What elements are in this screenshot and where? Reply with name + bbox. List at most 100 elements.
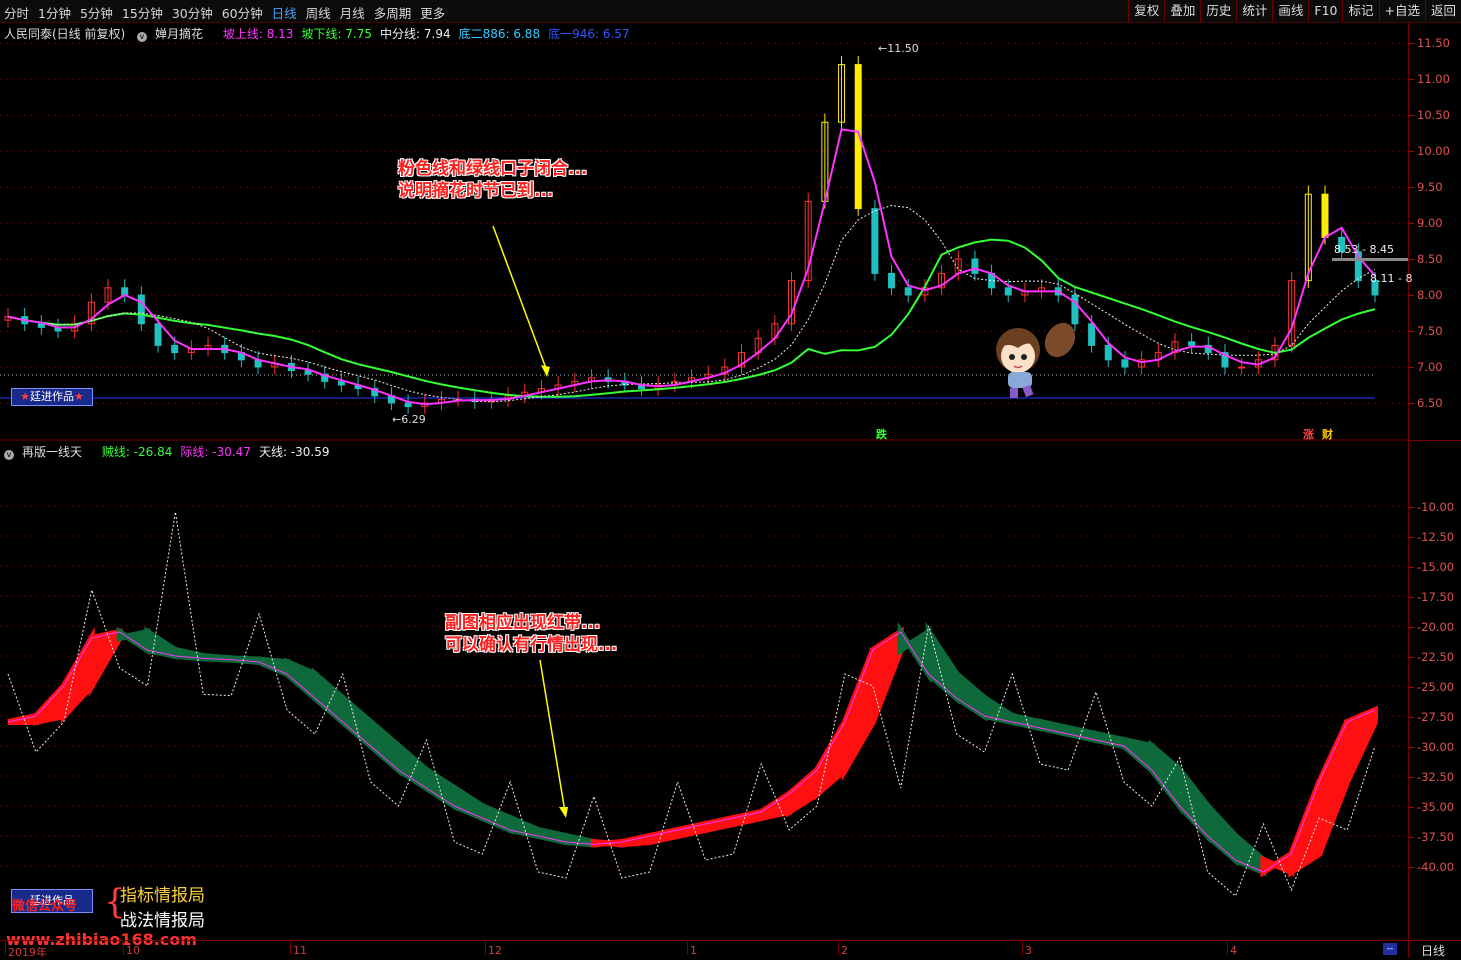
band-segment <box>1037 718 1072 738</box>
band-segment <box>339 691 374 753</box>
period-toolbar: 分时 1分钟 5分钟 15分钟 30分钟 60分钟 日线 周线 月线 多周期 更多 复权 叠加 历史 统计… <box>0 0 1461 23</box>
arrow-line <box>492 225 548 372</box>
price-tick: 10.50 <box>1409 108 1450 122</box>
candle-body <box>904 287 912 296</box>
date-label: 12 <box>485 941 502 957</box>
candle-body <box>871 208 879 274</box>
slope-up-line <box>7 128 1376 406</box>
candle-body <box>888 272 896 289</box>
toolbar-button[interactable]: +自选 <box>1378 0 1425 22</box>
period-tab[interactable]: 日线 <box>272 3 297 22</box>
period-tab[interactable]: 更多 <box>420 3 445 22</box>
toolbar-button[interactable]: 统计 <box>1236 0 1272 22</box>
period-tab[interactable]: 15分钟 <box>122 3 163 22</box>
arrow-head <box>559 807 568 818</box>
price-tick: 8.00 <box>1409 288 1443 302</box>
candle-body <box>337 380 345 386</box>
value-tick: -40.00 <box>1408 860 1455 874</box>
period-tab[interactable]: 月线 <box>340 3 365 22</box>
value-tick: -17.50 <box>1408 590 1455 604</box>
period-tab[interactable]: 30分钟 <box>172 3 213 22</box>
range-label-2: 8.11 - 8 <box>1370 272 1413 285</box>
band-segment <box>869 626 904 724</box>
value-tick: -30.00 <box>1408 740 1455 754</box>
candle-body <box>37 323 45 328</box>
sub-annotation-line2: 可以确认有行情出现... <box>445 635 618 655</box>
period-tabs: 分时 1分钟 5分钟 15分钟 30分钟 60分钟 日线 周线 月线 多周期 更多 <box>4 3 445 22</box>
toolbar-button[interactable]: 标记 <box>1342 0 1378 22</box>
sky-line <box>7 511 1376 897</box>
band-segment <box>814 710 848 801</box>
price-tick: 8.50 <box>1409 252 1443 266</box>
date-label: 11 <box>290 941 307 957</box>
main-annotation-line2: 说明摘花时节已到... <box>398 181 554 201</box>
candle-body <box>154 323 162 346</box>
value-tick: -22.50 <box>1408 650 1455 664</box>
toolbar-button[interactable]: F10 <box>1308 0 1342 22</box>
period-corner[interactable]: 日线 <box>1408 940 1461 958</box>
mascot-icon <box>996 322 1076 398</box>
value-tick: -20.00 <box>1408 620 1455 634</box>
band-segment <box>451 782 486 823</box>
band-segment <box>981 692 1016 726</box>
main-price-axis: 11.50 11.00 10.50 10.00 9.50 9.00 8.50 8.00 7.50… <box>1408 23 1461 440</box>
range-label-1: 8.53 - 8.45 <box>1334 243 1394 256</box>
value-tick: -12.50 <box>1408 530 1455 544</box>
period-tab[interactable]: 多周期 <box>374 3 412 22</box>
date-label: 3 <box>1022 941 1032 957</box>
band-segment <box>311 667 346 729</box>
current-price-bar <box>1332 258 1408 261</box>
period-tab[interactable]: 5分钟 <box>80 3 113 22</box>
band-segment <box>1204 798 1239 867</box>
toolbar-button[interactable]: 叠加 <box>1164 0 1200 22</box>
wechat-watermark: 微信公众号 <box>12 899 78 914</box>
candle-body <box>137 294 145 325</box>
toolbar-button[interactable]: 画线 <box>1272 0 1308 22</box>
value-tick: -27.50 <box>1408 710 1455 724</box>
candle-body <box>1004 287 1012 296</box>
candle-body <box>971 258 979 274</box>
date-label: 1 <box>687 941 697 957</box>
value-tick: -32.50 <box>1408 770 1455 784</box>
price-tick: 6.50 <box>1409 396 1443 410</box>
kline-chart[interactable] <box>0 23 1408 940</box>
band-segment <box>1288 780 1323 878</box>
toolbar-button[interactable]: 返回 <box>1424 0 1461 22</box>
star-icon: ★ <box>20 390 30 403</box>
arrow-line <box>539 659 566 813</box>
brand-1: 指标情报局 <box>120 886 205 906</box>
period-tab[interactable]: 周线 <box>306 3 331 22</box>
band-segment <box>283 657 318 705</box>
price-tick: 9.50 <box>1409 180 1443 194</box>
price-tick: 11.00 <box>1409 72 1450 86</box>
cai-marker: 财 <box>1322 428 1333 441</box>
date-axis: 2019年 10 11 12 1 2 3 4 <box>0 940 1408 959</box>
zhang-marker: 涨 <box>1303 428 1314 441</box>
price-tick: 11.50 <box>1409 36 1450 50</box>
value-tick: -10.00 <box>1408 500 1455 514</box>
band-segment <box>1065 724 1100 744</box>
band-segment <box>423 764 458 812</box>
price-tick: 10.00 <box>1409 144 1450 158</box>
band-segment <box>1176 761 1211 844</box>
high-price-label: ←11.50 <box>878 42 919 55</box>
band-segment <box>730 808 765 828</box>
band-segment <box>144 626 179 660</box>
candle-body <box>1088 323 1096 346</box>
band-segment <box>1120 736 1155 777</box>
value-tick: -35.00 <box>1408 800 1455 814</box>
band-segment <box>1344 705 1378 784</box>
band-segment <box>395 739 430 794</box>
die-marker: 跌 <box>876 428 887 441</box>
value-tick: -25.00 <box>1408 680 1455 694</box>
band-segment <box>1232 829 1267 877</box>
sub-value-axis: -10.00 -12.50 -15.00 -17.50 -20.00 -22.50 -25.… <box>1408 440 1461 941</box>
axis-toggle-button[interactable]: -- <box>1383 943 1397 955</box>
period-tab[interactable]: 分时 <box>4 3 29 22</box>
period-tab[interactable]: 1分钟 <box>38 3 71 22</box>
period-tab[interactable]: 60分钟 <box>222 3 263 22</box>
toolbar-button[interactable]: 历史 <box>1200 0 1236 22</box>
star-icon: ★ <box>74 390 84 403</box>
toolbar-button[interactable]: 复权 <box>1128 0 1164 22</box>
sub-annotation: 副图相应出现红带... 可以确认有行情出现... <box>445 612 617 656</box>
